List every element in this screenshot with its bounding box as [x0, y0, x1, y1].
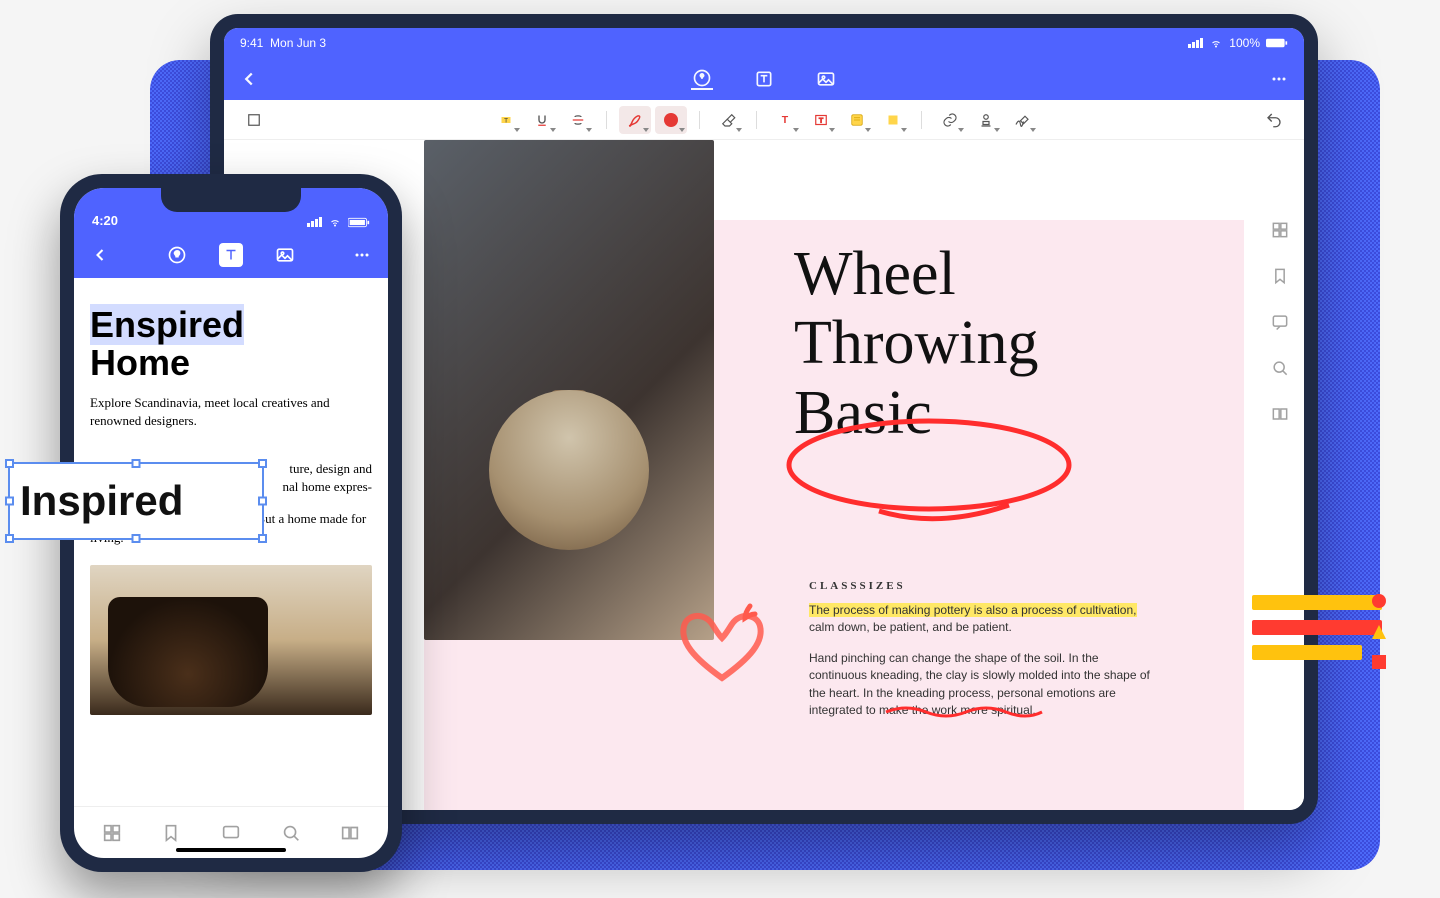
note-tool[interactable] — [841, 106, 873, 134]
phone-heading: EnspiredHome — [90, 306, 372, 382]
text-color-tool[interactable]: T — [769, 106, 801, 134]
bookmark-icon[interactable] — [160, 822, 182, 844]
doc-subhead: CLASSSIZES — [809, 580, 906, 592]
svg-text:T: T — [819, 117, 823, 124]
pen-tool[interactable] — [619, 106, 651, 134]
editing-text[interactable]: Inspired — [20, 477, 183, 525]
back-button[interactable] — [238, 68, 260, 90]
text-tab[interactable] — [753, 68, 775, 90]
tablet-date: Mon Jun 3 — [270, 36, 326, 50]
highlight-tool[interactable]: T — [490, 106, 522, 134]
annotate-tab[interactable] — [165, 243, 189, 267]
resize-handle[interactable] — [132, 459, 141, 468]
search-icon[interactable] — [280, 822, 302, 844]
phone-title-bar — [74, 232, 388, 278]
reader-icon[interactable] — [1270, 404, 1290, 424]
tablet-right-rail — [1262, 220, 1298, 424]
battery-icon — [348, 217, 370, 228]
text-tab[interactable] — [219, 243, 243, 267]
search-icon[interactable] — [1270, 358, 1290, 378]
signal-icon — [307, 217, 322, 227]
undo-button[interactable] — [1258, 106, 1290, 134]
resize-handle[interactable] — [5, 534, 14, 543]
text-edit-selection-box[interactable]: Inspired — [8, 462, 264, 540]
more-menu[interactable] — [350, 243, 374, 267]
stamp-tool[interactable] — [970, 106, 1002, 134]
link-tool[interactable] — [934, 106, 966, 134]
tablet-toolbar: T T T — [224, 100, 1304, 140]
thumbnails-icon[interactable] — [1270, 220, 1290, 240]
tablet-title-bar — [224, 58, 1304, 100]
resize-handle[interactable] — [258, 497, 267, 506]
signature-tool[interactable] — [1006, 106, 1038, 134]
resize-handle[interactable] — [258, 459, 267, 468]
resize-handle[interactable] — [5, 459, 14, 468]
heart-drawing-annotation — [674, 600, 769, 685]
wifi-icon — [327, 216, 343, 228]
wifi-icon — [1209, 37, 1223, 49]
reader-icon[interactable] — [339, 822, 361, 844]
battery-icon — [1266, 37, 1288, 49]
textbox-tool[interactable]: T — [805, 106, 837, 134]
signal-icon — [1188, 38, 1203, 48]
tablet-time: 9:41 — [240, 36, 263, 50]
red-underline-annotation — [884, 706, 1044, 718]
phone-time: 4:20 — [92, 213, 118, 228]
tablet-status-bar: 9:41 Mon Jun 3 100% — [224, 28, 1304, 58]
svg-text:T: T — [504, 117, 508, 124]
image-tab[interactable] — [815, 68, 837, 90]
comment-icon[interactable] — [220, 822, 242, 844]
thumbnails-icon[interactable] — [101, 822, 123, 844]
eraser-tool[interactable] — [712, 106, 744, 134]
phone-para-1: Explore Scandinavia, meet local creative… — [90, 394, 372, 430]
crop-tool[interactable] — [238, 106, 270, 134]
svg-text:T: T — [782, 114, 789, 126]
resize-handle[interactable] — [132, 534, 141, 543]
resize-handle[interactable] — [258, 534, 267, 543]
underline-tool[interactable] — [526, 106, 558, 134]
comment-icon[interactable] — [1270, 312, 1290, 332]
resize-handle[interactable] — [5, 497, 14, 506]
back-button[interactable] — [88, 243, 112, 267]
phone-document-area[interactable]: EnspiredHome Explore Scandinavia, meet l… — [74, 278, 388, 806]
battery-text: 100% — [1229, 36, 1260, 50]
doc-paragraph-1: The process of making pottery is also a … — [809, 602, 1159, 637]
strikethrough-tool[interactable] — [562, 106, 594, 134]
document-title: Wheel Throwing Basic — [794, 240, 1039, 448]
pottery-photo — [424, 140, 714, 640]
image-tab[interactable] — [273, 243, 297, 267]
annotate-tab[interactable] — [691, 68, 713, 90]
phone-chair-image — [90, 565, 372, 715]
home-indicator[interactable] — [176, 848, 286, 852]
sticky-tool[interactable] — [877, 106, 909, 134]
more-menu[interactable] — [1268, 68, 1290, 90]
pen-color[interactable] — [655, 106, 687, 134]
bookmark-icon[interactable] — [1270, 266, 1290, 286]
